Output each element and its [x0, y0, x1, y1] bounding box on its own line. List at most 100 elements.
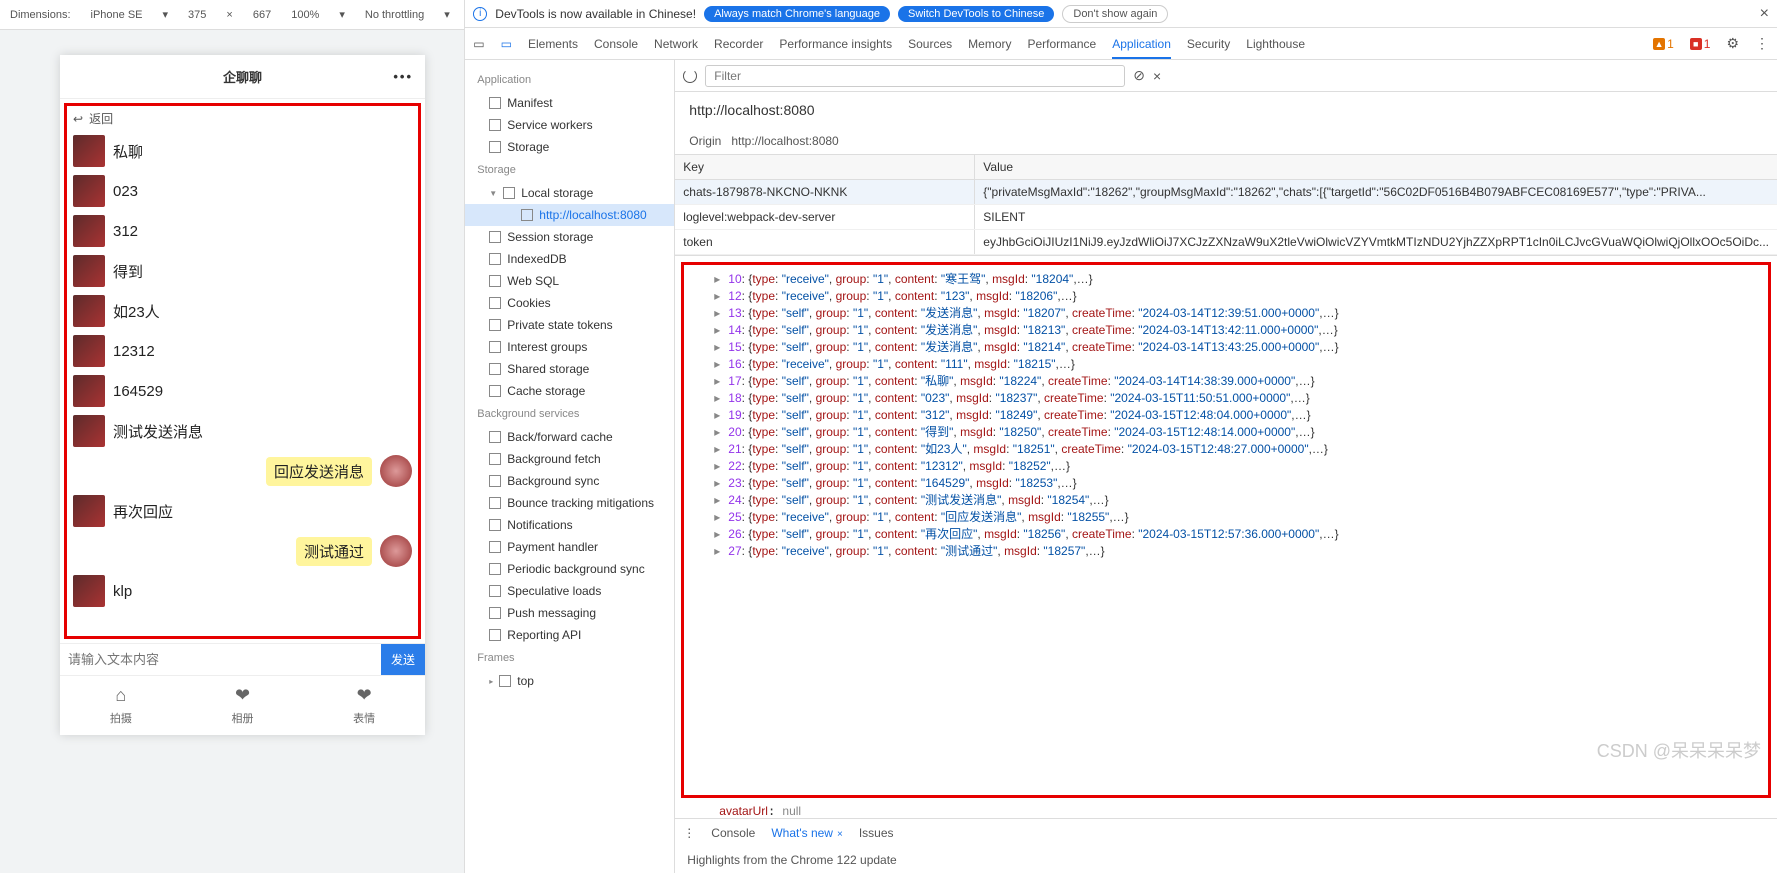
table-row[interactable]: chats-1879878-NKCNO-NKNK{"privateMsgMaxI… [675, 180, 1777, 205]
console-output[interactable]: ▸10: {type: "receive", group: "1", conte… [681, 262, 1771, 798]
close-icon[interactable]: × [1760, 5, 1769, 23]
zoom[interactable]: 100% [291, 9, 319, 21]
sidebar-item[interactable]: Speculative loads [465, 580, 674, 602]
sidebar-item[interactable]: Cache storage [465, 380, 674, 402]
console-line[interactable]: ▸19: {type: "self", group: "1", content:… [714, 407, 1768, 424]
gear-icon[interactable]: ⚙ [1726, 35, 1739, 52]
match-lang-button[interactable]: Always match Chrome's language [704, 6, 890, 22]
tab-performance-insights[interactable]: Performance insights [779, 37, 892, 51]
tab-elements[interactable]: Elements [528, 37, 578, 51]
console-line[interactable]: ▸25: {type: "receive", group: "1", conte… [714, 509, 1768, 526]
sidebar-item[interactable]: Web SQL [465, 270, 674, 292]
tab-lighthouse[interactable]: Lighthouse [1246, 37, 1305, 51]
more-icon[interactable]: ••• [393, 69, 413, 84]
sidebar-item[interactable]: Payment handler [465, 536, 674, 558]
console-line[interactable]: ▸21: {type: "self", group: "1", content:… [714, 441, 1768, 458]
content-area: ⊘ × http://localhost:8080 Origin http://… [675, 60, 1777, 873]
console-line[interactable]: ▸15: {type: "self", group: "1", content:… [714, 339, 1768, 356]
tab-network[interactable]: Network [654, 37, 698, 51]
tab-recorder[interactable]: Recorder [714, 37, 763, 51]
tab-security[interactable]: Security [1187, 37, 1230, 51]
console-line[interactable]: ▸13: {type: "self", group: "1", content:… [714, 305, 1768, 322]
console-line[interactable]: ▸17: {type: "self", group: "1", content:… [714, 373, 1768, 390]
height[interactable]: 667 [253, 9, 271, 21]
dont-show-button[interactable]: Don't show again [1062, 5, 1168, 23]
sidebar-item[interactable]: Bounce tracking mitigations [465, 492, 674, 514]
nav-icon: ❤ [357, 685, 372, 706]
console-line[interactable]: ▸16: {type: "receive", group: "1", conte… [714, 356, 1768, 373]
console-line[interactable]: ▸26: {type: "self", group: "1", content:… [714, 526, 1768, 543]
table-row[interactable]: loglevel:webpack-dev-serverSILENT [675, 205, 1777, 230]
message-row: 得到 [67, 251, 418, 291]
console-line[interactable]: ▸23: {type: "self", group: "1", content:… [714, 475, 1768, 492]
message-bubble: klp [113, 583, 132, 600]
clear-icon[interactable]: ⊘ [1133, 67, 1145, 84]
sidebar-item[interactable]: IndexedDB [465, 248, 674, 270]
chat-area: ↩ 返回 私聊023312得到如23人12312164529测试发送消息回应发送… [64, 103, 421, 639]
filter-input[interactable] [705, 65, 1125, 87]
sidebar-item[interactable]: Reporting API [465, 624, 674, 646]
sidebar-item[interactable]: Private state tokens [465, 314, 674, 336]
console-line[interactable]: ▸27: {type: "receive", group: "1", conte… [714, 543, 1768, 560]
sidebar-item[interactable]: Storage [465, 136, 674, 158]
console-line[interactable]: ▸20: {type: "self", group: "1", content:… [714, 424, 1768, 441]
sidebar-item[interactable]: Interest groups [465, 336, 674, 358]
sidebar-item[interactable]: Manifest [465, 92, 674, 114]
nav-item[interactable]: ❤相册 [182, 676, 304, 735]
th-key[interactable]: Key [675, 155, 975, 179]
drawer-tab[interactable]: What's new× [771, 826, 843, 840]
avatar [73, 375, 105, 407]
drawer-tabs: ⋮ Console What's new× Issues [675, 819, 1777, 847]
sidebar-item[interactable]: Background sync [465, 470, 674, 492]
nav-item[interactable]: ⌂拍摄 [60, 676, 182, 735]
sidebar-item[interactable]: Session storage [465, 226, 674, 248]
warnings-badge[interactable]: ▲1 [1653, 37, 1674, 51]
inspect-icon[interactable]: ▭ [473, 37, 484, 51]
sidebar-item[interactable]: Cookies [465, 292, 674, 314]
close-icon[interactable]: × [837, 829, 843, 840]
console-line[interactable]: ▸24: {type: "self", group: "1", content:… [714, 492, 1768, 509]
th-value[interactable]: Value [975, 155, 1777, 179]
width[interactable]: 375 [188, 9, 206, 21]
close-icon[interactable]: × [1153, 68, 1161, 84]
sidebar-item[interactable]: Notifications [465, 514, 674, 536]
sidebar-item[interactable]: Push messaging [465, 602, 674, 624]
back-row[interactable]: ↩ 返回 [67, 110, 418, 131]
sidebar-item[interactable]: Back/forward cache [465, 426, 674, 448]
tab-sources[interactable]: Sources [908, 37, 952, 51]
errors-badge[interactable]: ■1 [1690, 37, 1711, 51]
frame-top[interactable]: ▸top [465, 670, 674, 692]
table-row[interactable]: tokeneyJhbGciOiJIUzI1NiJ9.eyJzdWliOiJ7XC… [675, 230, 1777, 255]
device-select[interactable]: iPhone SE [91, 9, 143, 21]
nav-item[interactable]: ❤表情 [303, 676, 425, 735]
console-line[interactable]: ▸10: {type: "receive", group: "1", conte… [714, 271, 1768, 288]
message-input[interactable] [60, 644, 381, 675]
device-icon[interactable]: ▭ [501, 37, 512, 51]
console-line[interactable]: ▸22: {type: "self", group: "1", content:… [714, 458, 1768, 475]
tab-console[interactable]: Console [594, 37, 638, 51]
local-storage-host[interactable]: http://localhost:8080 [465, 204, 674, 226]
switch-cn-button[interactable]: Switch DevTools to Chinese [898, 6, 1054, 22]
sidebar-item[interactable]: Shared storage [465, 358, 674, 380]
drawer-tab[interactable]: Console [711, 826, 755, 840]
message-row: 312 [67, 211, 418, 251]
console-line[interactable]: ▸12: {type: "receive", group: "1", conte… [714, 288, 1768, 305]
local-storage[interactable]: ▼Local storage [465, 182, 674, 204]
reload-icon[interactable] [683, 69, 697, 83]
throttle[interactable]: No throttling [365, 9, 424, 21]
tab-memory[interactable]: Memory [968, 37, 1011, 51]
send-button[interactable]: 发送 [381, 644, 425, 675]
sidebar-item[interactable]: Service workers [465, 114, 674, 136]
tab-performance[interactable]: Performance [1028, 37, 1097, 51]
drawer-tab[interactable]: Issues [859, 826, 894, 840]
bottom-nav: ⌂拍摄❤相册❤表情 [60, 675, 425, 735]
message-row: 私聊 [67, 131, 418, 171]
drawer-menu-icon[interactable]: ⋮ [683, 826, 695, 840]
tab-application[interactable]: Application [1112, 37, 1171, 59]
console-line[interactable]: ▸18: {type: "self", group: "1", content:… [714, 390, 1768, 407]
sidebar-item[interactable]: Periodic background sync [465, 558, 674, 580]
devtools-pane: i DevTools is now available in Chinese! … [465, 0, 1777, 873]
kebab-icon[interactable]: ⋮ [1755, 35, 1769, 52]
console-line[interactable]: ▸14: {type: "self", group: "1", content:… [714, 322, 1768, 339]
sidebar-item[interactable]: Background fetch [465, 448, 674, 470]
